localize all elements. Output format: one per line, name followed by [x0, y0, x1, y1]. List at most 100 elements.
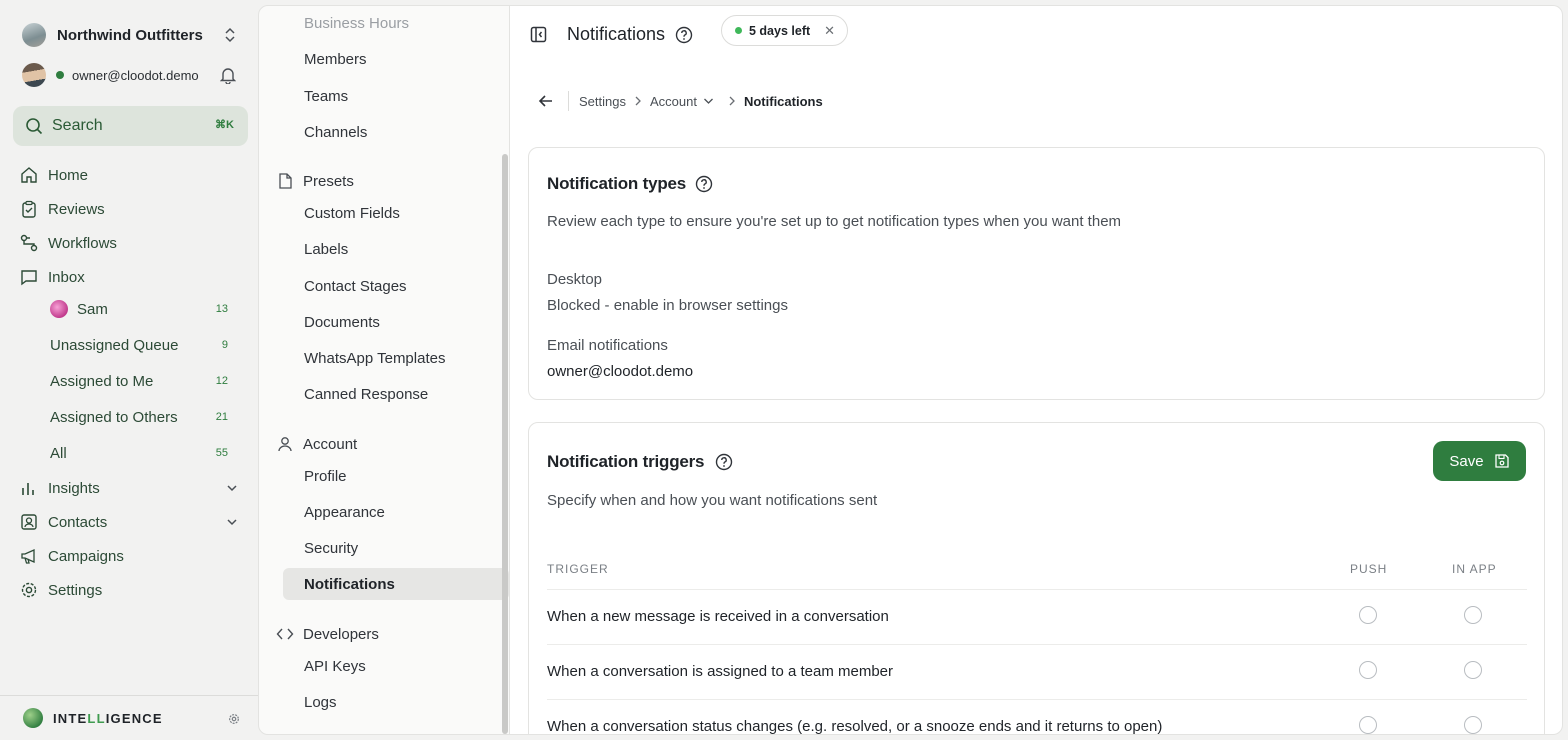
sidebar-toggle-icon[interactable] [530, 26, 547, 43]
email-notifications-label: Email notifications [547, 337, 668, 354]
section-label: Presets [303, 172, 354, 190]
table-row: When a conversation status changes (e.g.… [547, 699, 1527, 735]
help-icon[interactable] [675, 26, 693, 44]
column-header-push: PUSH [1350, 562, 1388, 576]
back-arrow-icon[interactable] [538, 93, 554, 109]
save-label: Save [1449, 452, 1484, 470]
inbox-item-label: Unassigned Queue [50, 336, 179, 354]
nav-contacts[interactable]: Contacts [20, 510, 244, 534]
push-radio[interactable] [1359, 661, 1377, 679]
inbox-item-label: Assigned to Me [50, 372, 154, 390]
settings-section-account: Account [276, 432, 357, 456]
settings-item-appearance[interactable]: Appearance [304, 500, 385, 524]
app-root: Northwind Outfitters owner@cloodot.demo … [0, 0, 1568, 740]
inbox-count: 21 [215, 411, 228, 423]
settings-item-labels[interactable]: Labels [304, 237, 348, 261]
settings-nav: Business Hours Members Teams Channels Pr… [258, 5, 510, 735]
settings-item-canned-response[interactable]: Canned Response [304, 382, 428, 406]
trigger-text: When a new message is received in a conv… [547, 608, 889, 625]
chevron-down-icon [227, 519, 237, 526]
card-description: Specify when and how you want notificati… [547, 492, 878, 509]
column-header-in-app: IN APP [1452, 562, 1497, 576]
code-icon [276, 628, 294, 640]
table-row: When a new message is received in a conv… [547, 589, 1527, 644]
settings-item-security[interactable]: Security [304, 536, 358, 560]
search-label: Search [52, 117, 103, 134]
nav-campaigns[interactable]: Campaigns [20, 544, 244, 568]
email-notifications-value: owner@cloodot.demo [547, 363, 694, 380]
nav-label: Insights [48, 479, 100, 497]
trial-badge: 5 days left ✕ [721, 15, 849, 46]
bell-icon[interactable] [220, 66, 236, 84]
inbox-item-label: Assigned to Others [50, 408, 178, 426]
inbox-count: 55 [215, 447, 228, 459]
chevron-down-icon [227, 485, 237, 492]
user-menu[interactable]: owner@cloodot.demo [22, 62, 242, 88]
brand-part: INTE [53, 710, 88, 726]
nav-insights[interactable]: Insights [20, 476, 244, 500]
help-icon[interactable] [695, 175, 713, 193]
push-radio[interactable] [1359, 716, 1377, 734]
close-icon[interactable]: ✕ [824, 23, 835, 39]
settings-item-profile[interactable]: Profile [304, 464, 347, 488]
inbox-count: 12 [215, 375, 228, 387]
settings-item-api-keys[interactable]: API Keys [304, 654, 366, 678]
push-radio[interactable] [1359, 606, 1377, 624]
user-icon [278, 437, 292, 452]
in-app-radio[interactable] [1464, 661, 1482, 679]
workflow-icon [20, 234, 38, 252]
nav-home[interactable]: Home [20, 163, 244, 187]
settings-item-teams[interactable]: Teams [304, 84, 348, 108]
chevron-right-icon [729, 96, 735, 106]
notification-types-card: Notification types Review each type to e… [528, 147, 1545, 400]
breadcrumb-settings[interactable]: Settings [579, 94, 626, 109]
floppy-disk-icon [1494, 454, 1509, 468]
settings-item-documents[interactable]: Documents [304, 310, 380, 334]
notification-triggers-card: Notification triggers Save Specify when … [528, 422, 1545, 735]
nav-label: Workflows [48, 234, 117, 252]
chevron-down-icon[interactable] [703, 97, 714, 105]
settings-item-channels[interactable]: Channels [304, 120, 367, 144]
nav-reviews[interactable]: Reviews [20, 197, 244, 221]
divider [568, 91, 569, 111]
trigger-text: When a conversation status changes (e.g.… [547, 718, 1163, 735]
inbox-item-assigned-to-others[interactable]: Assigned to Others 21 [50, 405, 230, 429]
settings-item-business-hours[interactable]: Business Hours [304, 11, 409, 35]
search-button[interactable]: Search ⌘K [13, 106, 248, 146]
settings-item-whatsapp-templates[interactable]: WhatsApp Templates [304, 346, 445, 370]
settings-item-contact-stages[interactable]: Contact Stages [304, 274, 407, 298]
settings-item-custom-fields[interactable]: Custom Fields [304, 201, 400, 225]
gear-icon[interactable] [228, 713, 240, 725]
intelligence-brand[interactable]: INTELLIGENCE [53, 711, 163, 726]
inbox-item-label: All [50, 444, 67, 462]
desktop-label: Desktop [547, 271, 603, 288]
card-description: Review each type to ensure you're set up… [547, 213, 1122, 230]
nav-inbox[interactable]: Inbox [20, 265, 244, 289]
help-icon[interactable] [715, 453, 733, 471]
breadcrumb-account[interactable]: Account [650, 94, 697, 109]
document-icon [279, 173, 292, 189]
nav-settings[interactable]: Settings [20, 578, 244, 602]
nav-label: Inbox [48, 268, 85, 286]
inbox-item-sam[interactable]: Sam 13 [50, 297, 230, 321]
scrollbar[interactable] [502, 154, 508, 734]
settings-item-members[interactable]: Members [304, 47, 367, 71]
nav-workflows[interactable]: Workflows [20, 231, 244, 255]
search-shortcut: ⌘K [215, 119, 234, 131]
org-switcher[interactable]: Northwind Outfitters [22, 22, 242, 48]
save-button[interactable]: Save [1433, 441, 1526, 481]
in-app-radio[interactable] [1464, 606, 1482, 624]
in-app-radio[interactable] [1464, 716, 1482, 734]
inbox-item-assigned-to-me[interactable]: Assigned to Me 12 [50, 369, 230, 393]
settings-item-notifications[interactable]: Notifications [304, 572, 395, 596]
nav-label: Home [48, 166, 89, 184]
user-email: owner@cloodot.demo [72, 67, 199, 83]
inbox-item-all[interactable]: All 55 [50, 441, 230, 465]
inbox-item-unassigned[interactable]: Unassigned Queue 9 [50, 333, 230, 357]
nav-label: Settings [48, 581, 103, 599]
sidebar-footer: INTELLIGENCE [0, 695, 258, 740]
settings-item-logs[interactable]: Logs [304, 690, 337, 714]
nav-label: Reviews [48, 200, 105, 218]
inbox-item-label: Sam [77, 300, 108, 318]
online-status-dot [56, 71, 64, 79]
